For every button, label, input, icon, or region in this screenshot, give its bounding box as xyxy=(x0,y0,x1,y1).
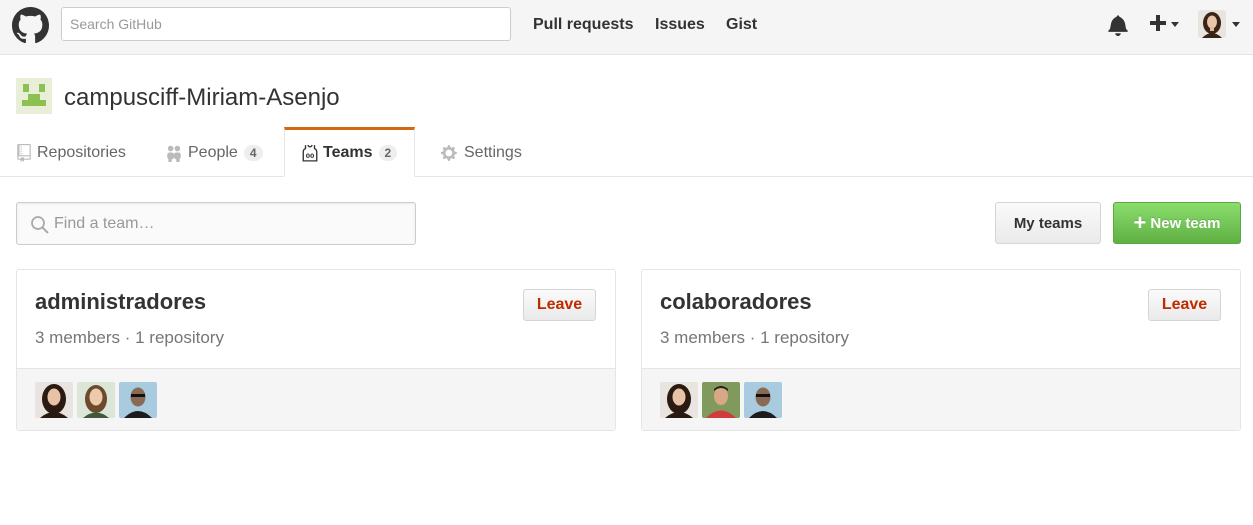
my-teams-button[interactable]: My teams xyxy=(995,202,1101,244)
tab-label: People xyxy=(188,143,238,161)
jersey-icon: 00 xyxy=(302,144,318,162)
member-avatar[interactable] xyxy=(35,382,73,418)
search-icon xyxy=(31,216,49,234)
nav-pull-requests[interactable]: Pull requests xyxy=(533,16,633,34)
site-header: Pull requests Issues Gist xyxy=(0,0,1253,55)
team-name[interactable]: colaboradores xyxy=(660,289,812,315)
team-meta: 3 members · 1 repository xyxy=(35,328,224,347)
gear-icon xyxy=(441,144,457,161)
search-input[interactable] xyxy=(61,7,511,41)
org-name[interactable]: campusciff-Miriam-Asenjo xyxy=(64,84,340,112)
tab-label: Repositories xyxy=(37,143,126,161)
member-avatar[interactable] xyxy=(660,382,698,418)
org-tabs: Repositories People 4 00 Teams 2 Setting… xyxy=(0,127,1253,177)
tab-people[interactable]: People 4 xyxy=(165,128,263,177)
chevron-down-icon xyxy=(1232,22,1240,27)
bell-icon[interactable] xyxy=(1108,14,1128,36)
github-logo-icon[interactable] xyxy=(12,7,49,44)
avatar xyxy=(1198,10,1226,38)
new-team-label: New team xyxy=(1150,214,1221,232)
team-card-administradores: administradores 3 members · 1 repository… xyxy=(16,269,616,431)
leave-button[interactable]: Leave xyxy=(1148,289,1221,321)
nav-gist[interactable]: Gist xyxy=(726,16,757,34)
tab-repositories[interactable]: Repositories xyxy=(16,128,126,177)
new-team-button[interactable]: + New team xyxy=(1113,202,1241,244)
people-icon xyxy=(167,145,181,162)
tab-settings[interactable]: Settings xyxy=(441,128,522,177)
svg-text:00: 00 xyxy=(306,153,315,160)
chevron-down-icon xyxy=(1171,22,1179,27)
repo-icon xyxy=(17,143,31,162)
member-avatar[interactable] xyxy=(702,382,740,418)
plus-icon xyxy=(1150,15,1166,31)
tab-teams[interactable]: 00 Teams 2 xyxy=(284,127,416,177)
team-members xyxy=(17,368,615,430)
leave-button[interactable]: Leave xyxy=(523,289,596,321)
teams-counter: 2 xyxy=(378,145,398,161)
my-teams-label: My teams xyxy=(1013,214,1083,232)
tab-label: Settings xyxy=(464,143,522,161)
member-avatar[interactable] xyxy=(119,382,157,418)
find-team-field[interactable] xyxy=(16,202,416,245)
team-name[interactable]: administradores xyxy=(35,289,206,315)
team-members xyxy=(642,368,1240,430)
create-new-dropdown[interactable] xyxy=(1148,12,1182,36)
tab-label: Teams xyxy=(323,144,373,161)
find-team-input[interactable] xyxy=(54,203,404,244)
user-menu-dropdown[interactable] xyxy=(1198,10,1244,40)
org-avatar[interactable] xyxy=(16,78,52,114)
plus-icon: + xyxy=(1133,210,1147,235)
team-meta: 3 members · 1 repository xyxy=(660,328,849,347)
nav-issues[interactable]: Issues xyxy=(655,16,705,34)
team-card-colaboradores: colaboradores 3 members · 1 repository L… xyxy=(641,269,1241,431)
member-avatar[interactable] xyxy=(744,382,782,418)
member-avatar[interactable] xyxy=(77,382,115,418)
people-counter: 4 xyxy=(243,144,263,161)
